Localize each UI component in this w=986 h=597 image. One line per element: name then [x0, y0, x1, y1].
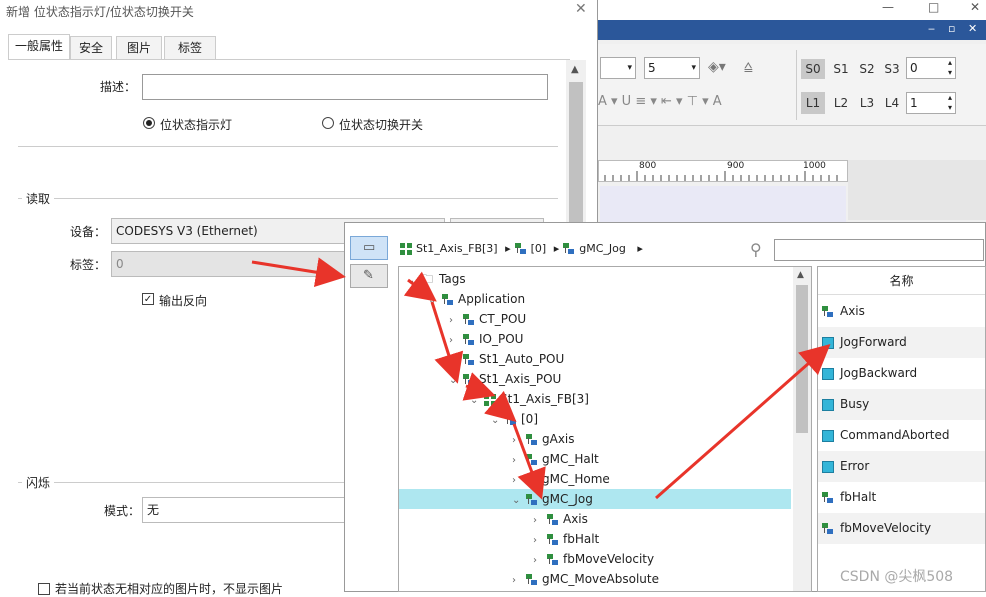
arrow-to-axis-pou — [430, 301, 464, 384]
arrow-to-tag-button — [251, 257, 346, 288]
arrow-to-gmc-jog — [512, 423, 546, 500]
arrow-to-application — [403, 271, 437, 302]
arrow-to-jogforward — [655, 344, 831, 500]
annotation-arrows — [251, 257, 831, 500]
arrow-to-axis-fb — [462, 372, 496, 401]
arrow-to-index — [484, 390, 517, 422]
